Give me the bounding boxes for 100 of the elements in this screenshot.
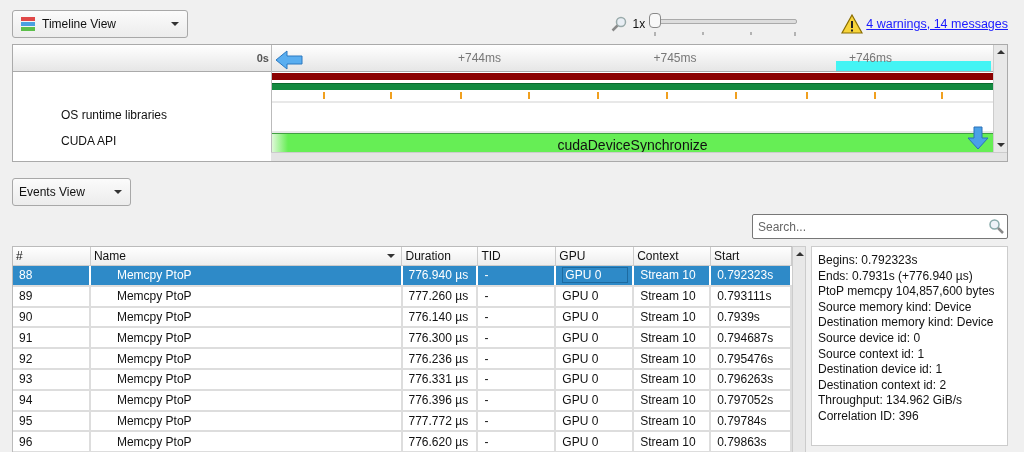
- table-row[interactable]: 88 Memcpy PtoP 776.940 µs - GPU 0 Stream 10 0.792323s: [13, 266, 792, 287]
- detail-line: Throughput: 134.962 GiB/s: [818, 393, 964, 409]
- table-cell: Stream 10: [640, 413, 696, 428]
- table-cell: 0.794687s: [717, 330, 774, 345]
- table-cell: GPU 0: [562, 434, 599, 449]
- table-cell: 777.772 µs: [408, 413, 469, 428]
- table-row[interactable]: 93 Memcpy PtoP 776.331 µs - GPU 0 Stream 10 0.796263s: [13, 370, 792, 391]
- table-cell: 0.79863s: [717, 434, 767, 449]
- search-field[interactable]: Search...: [752, 214, 1008, 239]
- detail-line: Source context id: 1: [818, 346, 926, 363]
- table-cell: GPU 0: [562, 310, 599, 324]
- event-marker: [323, 92, 325, 99]
- table-row[interactable]: 96 Memcpy PtoP 776.620 µs - GPU 0 Stream 10 0.79863s: [13, 432, 792, 452]
- table-cell: 777.260 µs: [408, 289, 469, 304]
- detail-line: Destination device id: 1: [818, 362, 944, 378]
- caret-icon: [171, 22, 179, 26]
- table-cell: Memcpy PtoP: [116, 351, 192, 366]
- horizontal-scrollbar[interactable]: [271, 152, 1007, 161]
- event-marker: [806, 92, 808, 99]
- event-marker: [460, 92, 462, 99]
- table-cell: Memcpy PtoP: [116, 393, 192, 408]
- table-cell: 94: [19, 393, 33, 408]
- detail-line: Begins: 0.792323s: [818, 253, 919, 269]
- table-cell: -: [484, 289, 489, 304]
- table-cell: -: [484, 434, 489, 449]
- table-cell: 96: [19, 434, 33, 449]
- detail-line: Ends: 0.7931s (+776.940 µs): [818, 268, 974, 285]
- table-cell: 95: [19, 413, 33, 428]
- table-cell: 90: [19, 310, 33, 324]
- table-cell: 93: [19, 372, 33, 387]
- column-header[interactable]: Name: [90, 247, 403, 265]
- table-cell: Stream 10: [640, 310, 696, 324]
- time-origin-label: 0s: [256, 52, 269, 64]
- view-dropdown[interactable]: Timeline View: [12, 10, 188, 38]
- table-cell: Stream 10: [640, 289, 696, 304]
- table-cell: -: [484, 393, 489, 408]
- detail-line: Source memory kind: Device: [818, 299, 973, 316]
- vertical-scrollbar[interactable]: [792, 246, 806, 452]
- table-cell: 776.940 µs: [408, 268, 469, 283]
- column-header[interactable]: Duration: [402, 247, 479, 265]
- table-cell: GPU 0: [562, 289, 599, 304]
- tick-label: +744ms: [458, 51, 502, 65]
- table-cell: 88: [19, 268, 33, 283]
- table-cell: 0.7939s: [717, 310, 760, 324]
- table-cell: Stream 10: [640, 330, 696, 345]
- table-cell: 0.792323s: [717, 268, 774, 283]
- table-cell: Memcpy PtoP: [116, 330, 192, 345]
- warnings-link[interactable]: 4 warnings, 14 messages: [866, 17, 1008, 31]
- table-row[interactable]: 90 Memcpy PtoP 776.140 µs - GPU 0 Stream 10 0.7939s: [13, 307, 792, 329]
- table-cell: Memcpy PtoP: [116, 310, 192, 324]
- table-cell: GPU 0: [562, 413, 599, 428]
- table-row[interactable]: 91 Memcpy PtoP 776.300 µs - GPU 0 Stream 10 0.794687s: [13, 328, 792, 350]
- vertical-scrollbar[interactable]: [993, 45, 1007, 152]
- detail-line: PtoP memcpy 104,857,600 bytes: [818, 284, 996, 300]
- column-header[interactable]: #: [13, 247, 91, 265]
- tick-label: +745ms: [653, 51, 697, 65]
- table-row[interactable]: 89 Memcpy PtoP 777.260 µs - GPU 0 Stream 10 0.793111s: [13, 286, 792, 308]
- timeline-icon: [21, 17, 35, 31]
- table-cell: -: [484, 413, 489, 428]
- table-cell: Stream 10: [640, 372, 696, 387]
- column-header[interactable]: GPU: [556, 247, 635, 265]
- events-view-dropdown[interactable]: Events View: [12, 178, 131, 206]
- event-marker: [735, 92, 737, 99]
- warning-icon: [841, 14, 864, 34]
- event-marker: [941, 92, 943, 99]
- table-cell: 0.797052s: [717, 393, 774, 408]
- table-cell: 0.795476s: [717, 351, 774, 366]
- event-marker: [666, 92, 668, 99]
- left-arrow-icon[interactable]: [275, 50, 303, 70]
- table-cell: Memcpy PtoP: [116, 268, 192, 283]
- search-icon: [988, 218, 1004, 234]
- detail-line: Destination context id: 2: [818, 377, 948, 394]
- table-cell: Stream 10: [640, 434, 696, 449]
- table-cell: Stream 10: [640, 393, 696, 408]
- table-cell: Memcpy PtoP: [116, 413, 192, 428]
- table-cell: -: [484, 310, 489, 324]
- table-cell: Memcpy PtoP: [116, 289, 192, 304]
- table-cell: GPU 0: [562, 372, 599, 387]
- table-cell: GPU 0: [562, 351, 599, 366]
- zoom-icon: [610, 16, 627, 32]
- table-cell: GPU 0: [562, 267, 629, 284]
- row-label: OS runtime libraries: [61, 108, 168, 122]
- table-cell: GPU 0: [562, 330, 599, 345]
- table-cell: -: [484, 268, 489, 283]
- table-cell: Stream 10: [640, 268, 696, 283]
- table-cell: -: [484, 330, 489, 345]
- table-cell: GPU 0: [562, 393, 599, 408]
- event-bar[interactable]: cudaDeviceSynchronize: [272, 133, 993, 152]
- table-cell: 776.300 µs: [408, 330, 469, 345]
- table-cell: -: [484, 351, 489, 366]
- table-row[interactable]: 95 Memcpy PtoP 777.772 µs - GPU 0 Stream 10 0.79784s: [13, 411, 792, 433]
- column-header[interactable]: Context: [634, 247, 712, 265]
- table-cell: 776.236 µs: [408, 351, 469, 366]
- table-cell: Memcpy PtoP: [116, 434, 192, 449]
- table-row[interactable]: 92 Memcpy PtoP 776.236 µs - GPU 0 Stream 10 0.795476s: [13, 349, 792, 370]
- slider-thumb[interactable]: [649, 13, 662, 28]
- table-cell: Memcpy PtoP: [116, 372, 192, 387]
- table-row[interactable]: 94 Memcpy PtoP 776.396 µs - GPU 0 Stream 10 0.797052s: [13, 390, 792, 412]
- column-header[interactable]: TID: [478, 247, 557, 265]
- event-marker: [528, 92, 530, 99]
